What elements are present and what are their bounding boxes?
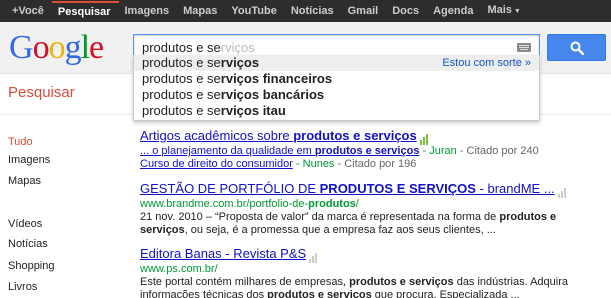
scholar-sub-link-text: ... o planejamento da qualidade em <box>140 145 315 157</box>
top-navigation-bar: +Você Pesquisar Imagens Mapas YouTube No… <box>0 0 611 22</box>
snippet-text: informações técnicas dos <box>140 289 268 298</box>
search-icon <box>570 41 584 55</box>
result-snippet: Este portal contém milhares de empresas,… <box>140 276 568 289</box>
suggestion-rest: rviços bancários <box>220 87 325 102</box>
result-snippet: informações técnicas dos produtos e serv… <box>140 289 568 298</box>
search-query: produtos e serviços <box>142 40 255 55</box>
logo-letter: G <box>9 29 34 66</box>
nav-mais-label: Mais <box>487 4 512 16</box>
keyboard-icon[interactable] <box>517 43 531 52</box>
snippet-bold: serviços <box>140 224 185 236</box>
suggestion-prefix: produtos e se <box>142 55 221 70</box>
preview-bars-icon <box>557 182 567 198</box>
suggestion-prefix: produtos e se <box>142 87 221 102</box>
suggestion-rest: rviços itau <box>220 103 286 118</box>
result-item: GESTÃO DE PORTFÓLIO DE PRODUTOS E SERVIÇ… <box>140 181 567 237</box>
chevron-down-icon: ▼ <box>513 8 521 15</box>
scholar-cited-by[interactable]: - Citado por 240 <box>457 145 539 157</box>
snippet-bold: produtos e <box>499 211 557 223</box>
suggestion-rest: rviços financeiros <box>220 71 333 86</box>
nav-docs[interactable]: Docs <box>386 0 427 22</box>
scholar-sub-link-bold: produtos e serviços <box>314 145 420 157</box>
result-title-bold: produtos e serviços <box>293 128 417 143</box>
result-title-text: GESTÃO DE PORTFÓLIO DE <box>140 181 320 196</box>
suggestion-item[interactable]: produtos e serviços itau <box>134 103 539 119</box>
nav-mapas[interactable]: Mapas <box>177 0 225 22</box>
search-autocomplete-ghost: rviços <box>220 40 255 55</box>
result-url-bold: produtos <box>308 198 356 210</box>
snippet-text: que procura. Especializada ... <box>371 289 520 298</box>
leftnav-item-mapas[interactable]: Mapas <box>8 172 41 190</box>
nav-pesquisar[interactable]: Pesquisar <box>51 1 119 21</box>
suggestion-item[interactable]: produtos e serviços financeiros <box>134 71 539 87</box>
result-title-suffix: - brandME ... <box>475 181 555 196</box>
scholar-cited-by[interactable]: - Citado por 196 <box>334 158 416 170</box>
page-title: Pesquisar <box>8 84 75 101</box>
suggestion-rest: rviços <box>220 55 260 70</box>
preview-bars-icon <box>309 247 318 263</box>
result-url-suffix: / <box>355 198 359 210</box>
snippet-bold: produtos e serviços <box>267 289 372 298</box>
leftnav-item-imagens[interactable]: Imagens <box>8 151 50 169</box>
result-url: www.ps.com.br/ <box>140 263 218 275</box>
suggestion-item[interactable]: produtos e serviços Estou com sorte » <box>134 55 539 71</box>
scholar-sub-link[interactable]: ... o planejamento da qualidade em produ… <box>140 145 419 157</box>
feeling-lucky-link[interactable]: Estou com sorte » <box>442 55 531 71</box>
search-button[interactable] <box>547 34 606 61</box>
logo-letter: g <box>64 29 82 66</box>
result-item: Artigos acadêmicos sobre produtos e serv… <box>140 128 539 171</box>
scholar-bars-icon <box>419 129 429 145</box>
logo-letter: o <box>48 29 66 66</box>
snippet-text: Este portal contém milhares de empresas, <box>140 276 350 288</box>
logo-letter: l <box>80 29 91 66</box>
result-title-link[interactable]: Editora Banas - Revista P&S <box>140 246 568 263</box>
nav-gmail[interactable]: Gmail <box>342 0 387 22</box>
snippet-text: das indústrias. Adquira <box>453 276 568 288</box>
result-title-link[interactable]: GESTÃO DE PORTFÓLIO DE PRODUTOS E SERVIÇ… <box>140 181 567 198</box>
scholar-sub-result: Curso de direito do consumidor - Nunes -… <box>140 158 539 171</box>
leftnav-item-videos[interactable]: Vídeos <box>8 215 42 233</box>
scholar-sub-source: - Nunes <box>292 158 335 170</box>
snippet-text: , ou seja, é a promessa que a empresa fa… <box>184 224 496 236</box>
result-item: Editora Banas - Revista P&S www.ps.com.b… <box>140 246 568 298</box>
nav-mais[interactable]: Mais ▼ <box>481 0 528 23</box>
result-snippet: serviços, ou seja, é a promessa que a em… <box>140 224 567 237</box>
nav-noticias[interactable]: Notícias <box>285 0 342 22</box>
scholar-sub-link[interactable]: Curso de direito do consumidor <box>140 158 293 170</box>
result-title-bold: PRODUTOS E SERVIÇOS <box>319 181 476 196</box>
result-snippet: 21 nov. 2010 – “Proposta de valor” da ma… <box>140 211 567 224</box>
logo-letter: e <box>89 29 104 66</box>
scholar-sub-source: - Juran <box>419 145 457 157</box>
leftnav-item-shopping[interactable]: Shopping <box>8 257 55 275</box>
suggestion-prefix: produtos e se <box>142 71 221 86</box>
suggestion-item[interactable]: produtos e serviços bancários <box>134 87 539 103</box>
search-typed-text: produtos e se <box>142 40 221 55</box>
nav-voce[interactable]: +Você <box>6 0 52 22</box>
result-title-link[interactable]: Artigos acadêmicos sobre produtos e serv… <box>140 128 539 145</box>
suggestion-prefix: produtos e se <box>142 103 221 118</box>
logo-letter: o <box>32 29 50 66</box>
leftnav-item-tudo[interactable]: Tudo <box>8 133 33 151</box>
nav-imagens[interactable]: Imagens <box>119 0 178 22</box>
result-url: www.brandme.com.br/portfolio-de-produtos… <box>140 198 567 211</box>
autocomplete-dropdown: produtos e serviços Estou com sorte » pr… <box>133 55 540 121</box>
result-title-text: Editora Banas - Revista P&S <box>140 246 307 261</box>
snippet-text: 21 nov. 2010 – “Proposta de valor” da ma… <box>140 211 500 223</box>
leftnav-item-noticias[interactable]: Notícias <box>8 235 48 253</box>
scholar-sub-result: ... o planejamento da qualidade em produ… <box>140 145 539 158</box>
nav-agenda[interactable]: Agenda <box>427 0 481 22</box>
result-title-text: Artigos acadêmicos sobre <box>140 128 294 143</box>
result-url-text: www.brandme.com.br/portfolio-de- <box>140 198 309 210</box>
snippet-bold: produtos e serviços <box>349 276 454 288</box>
google-logo[interactable]: Google <box>9 29 104 66</box>
nav-youtube[interactable]: YouTube <box>225 0 284 22</box>
leftnav-item-livros[interactable]: Livros <box>8 278 37 296</box>
